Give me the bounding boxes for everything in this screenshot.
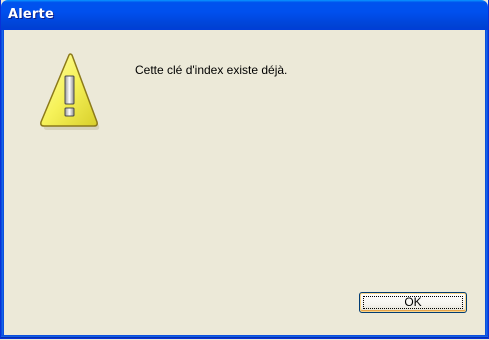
alert-dialog: Alerte Cette clé d'index existe déjà. OK [0,0,489,339]
ok-button[interactable]: OK [359,292,467,313]
alert-message: Cette clé d'index existe déjà. [135,63,288,77]
title-bar[interactable]: Alerte [1,0,488,30]
window-frame-right [485,30,488,338]
window-frame-bottom [1,335,488,338]
window-title: Alerte [8,7,54,22]
warning-icon [40,53,100,130]
ok-button-label: OK [404,295,422,309]
window-frame-left [1,30,4,338]
